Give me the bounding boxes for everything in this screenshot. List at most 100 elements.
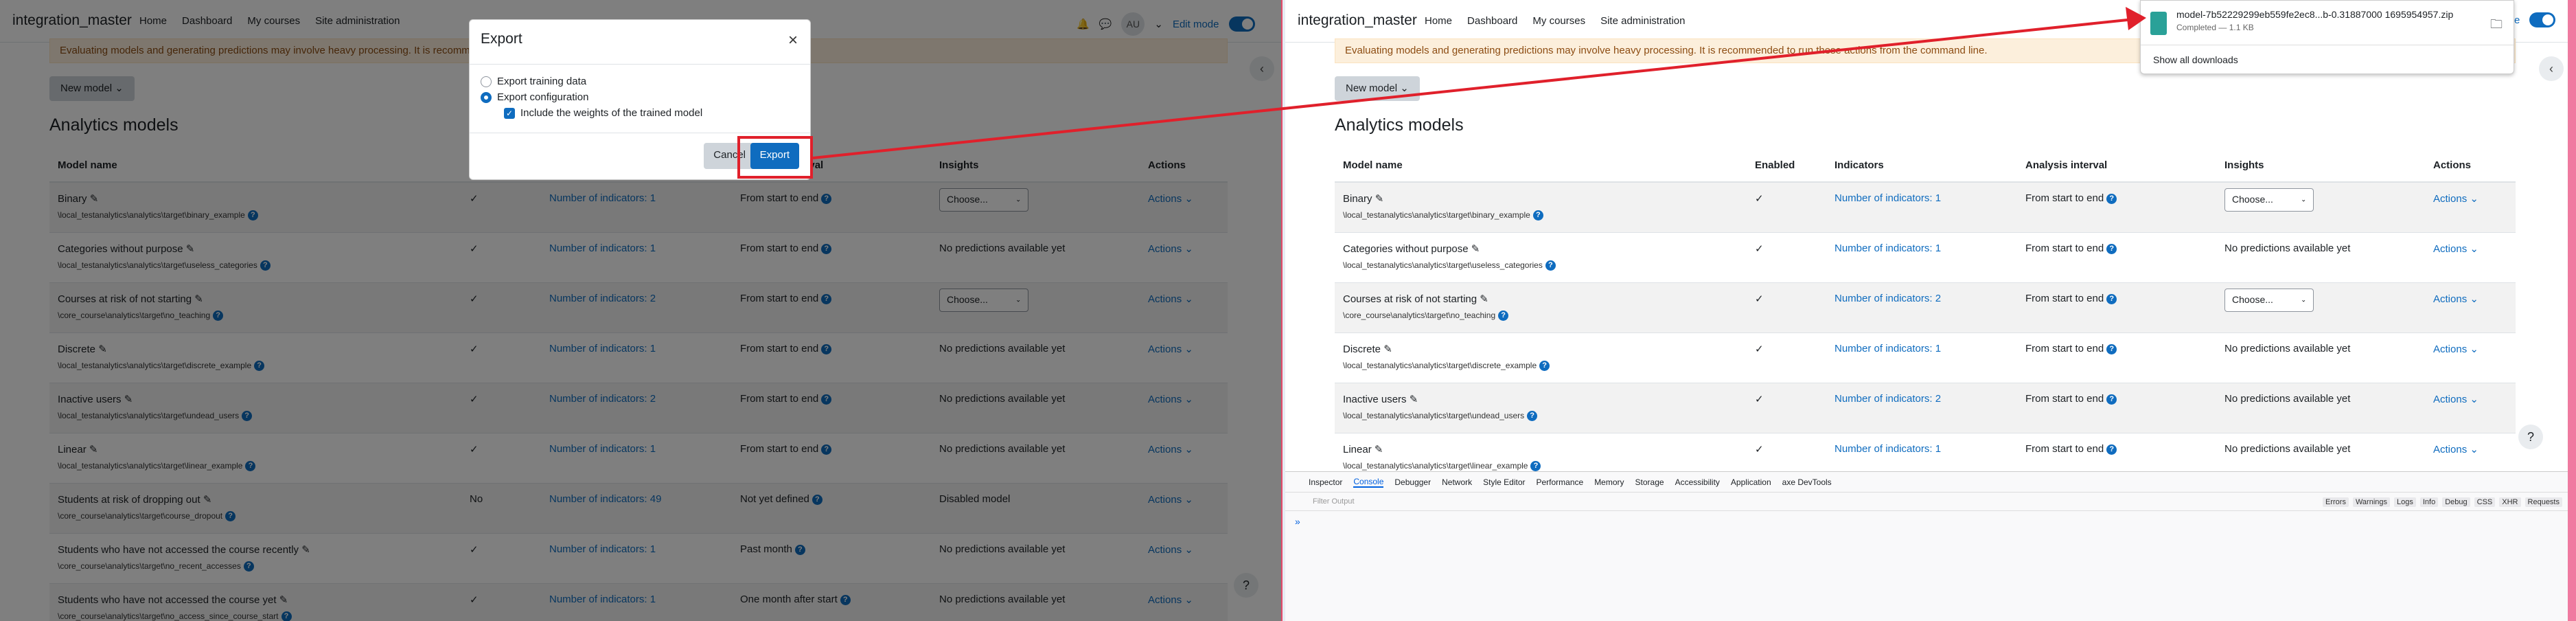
- radio-training[interactable]: [481, 76, 492, 87]
- devtools-tab-axe-devtools[interactable]: axe DevTools: [1782, 477, 1832, 487]
- info-icon[interactable]: ?: [2106, 343, 2117, 354]
- console-filter-errors[interactable]: Errors: [2323, 497, 2349, 507]
- info-icon[interactable]: ?: [2106, 193, 2117, 204]
- indicators-link[interactable]: Number of indicators: 1: [1835, 192, 1941, 204]
- site-brand[interactable]: integration_master: [1298, 12, 1417, 29]
- edit-pencil-icon[interactable]: ✎: [1375, 444, 1383, 455]
- console-filter-info[interactable]: Info: [2419, 497, 2439, 507]
- info-icon[interactable]: ?: [1545, 260, 1556, 271]
- insights-select[interactable]: Choose...: [2224, 289, 2314, 312]
- console-prompt[interactable]: »: [1295, 516, 1300, 527]
- insights-cell: No predictions available yet: [2224, 242, 2350, 254]
- interval-text: From start to end: [2025, 443, 2104, 455]
- new-model-button[interactable]: New model ⌄: [1335, 76, 1420, 101]
- insights-text: No predictions available yet: [2224, 443, 2351, 455]
- table-row: Binary ✎ \local_testanalytics\analytics\…: [1335, 183, 2516, 233]
- analysis-interval: From start to end?: [2025, 393, 2117, 405]
- downloads-panel: model-7b52229299eb559fe2ec8...b-0.318870…: [2140, 0, 2514, 74]
- actions-menu[interactable]: Actions ⌄: [2433, 192, 2479, 205]
- insights-select[interactable]: Choose...: [2224, 188, 2314, 212]
- export-config-option[interactable]: Export configuration: [481, 91, 799, 103]
- info-icon[interactable]: ?: [1532, 210, 1543, 221]
- right-browser-window: integration_master Home Dashboard My cou…: [1285, 0, 2576, 621]
- edit-pencil-icon[interactable]: ✎: [1480, 293, 1488, 305]
- info-icon[interactable]: ?: [1530, 461, 1541, 472]
- console-filter-debug[interactable]: Debug: [2442, 497, 2470, 507]
- edit-pencil-icon[interactable]: ✎: [1375, 193, 1384, 205]
- col-actions: Actions: [2433, 159, 2472, 171]
- devtools-tab-inspector[interactable]: Inspector: [1309, 477, 1342, 487]
- include-weights-label: Include the weights of the trained model: [520, 107, 703, 119]
- col-indicators: Indicators: [1835, 159, 1884, 171]
- console-filter-logs[interactable]: Logs: [2394, 497, 2416, 507]
- info-icon[interactable]: ?: [2106, 293, 2117, 304]
- console-filter-warnings[interactable]: Warnings: [2352, 497, 2391, 507]
- drawer-toggle-icon[interactable]: ‹: [2539, 56, 2564, 81]
- console-filter-xhr[interactable]: XHR: [2499, 497, 2521, 507]
- indicators-link[interactable]: Number of indicators: 1: [1835, 343, 1941, 354]
- include-weights-option[interactable]: ✓ Include the weights of the trained mod…: [504, 107, 799, 119]
- interval-text: From start to end: [2025, 242, 2104, 254]
- radio-config[interactable]: [481, 91, 492, 103]
- col-model-name: Model name: [1343, 159, 1403, 171]
- enabled-value: ✓: [1755, 343, 1764, 355]
- info-icon[interactable]: ?: [2106, 243, 2117, 254]
- indicators-link[interactable]: Number of indicators: 1: [1835, 443, 1941, 455]
- close-icon[interactable]: ×: [788, 31, 798, 50]
- export-training-option[interactable]: Export training data: [481, 76, 799, 87]
- model-name-text: Discrete: [1343, 343, 1381, 355]
- indicators-link[interactable]: Number of indicators: 2: [1835, 393, 1941, 405]
- insights-cell: Choose...: [2224, 188, 2314, 212]
- enabled-value: ✓: [1755, 243, 1764, 255]
- actions-menu[interactable]: Actions ⌄: [2433, 343, 2479, 355]
- edit-mode-label: e: [2514, 14, 2520, 26]
- help-icon[interactable]: ?: [2518, 425, 2543, 449]
- dialog-title: Export: [481, 31, 522, 47]
- info-icon[interactable]: ?: [2106, 394, 2117, 405]
- devtools-tab-network[interactable]: Network: [1442, 477, 1472, 487]
- table-row: Courses at risk of not starting ✎ \core_…: [1335, 283, 2516, 333]
- actions-menu[interactable]: Actions ⌄: [2433, 393, 2479, 405]
- model-target: \local_testanalytics\analytics\target\bi…: [1343, 210, 1543, 221]
- col-enabled: Enabled: [1755, 159, 1795, 171]
- devtools-tab-application[interactable]: Application: [1731, 477, 1771, 487]
- info-icon[interactable]: ?: [1527, 411, 1538, 422]
- interval-text: From start to end: [2025, 393, 2104, 405]
- devtools-tab-memory[interactable]: Memory: [1594, 477, 1624, 487]
- open-folder-icon[interactable]: 🗀: [2490, 16, 2503, 36]
- model-name-text: Binary: [1343, 193, 1372, 205]
- info-icon[interactable]: ?: [2106, 444, 2117, 455]
- enabled-value: ✓: [1755, 444, 1764, 455]
- devtools-tab-performance[interactable]: Performance: [1536, 477, 1583, 487]
- info-icon[interactable]: ?: [1498, 310, 1509, 321]
- model-target: \local_testanalytics\analytics\target\us…: [1343, 260, 1556, 271]
- console-filter-css[interactable]: CSS: [2474, 497, 2496, 507]
- devtools-tab-accessibility[interactable]: Accessibility: [1675, 477, 1720, 487]
- indicators-link[interactable]: Number of indicators: 2: [1835, 293, 1941, 304]
- download-filename[interactable]: model-7b52229299eb559fe2ec8...b-0.318870…: [2176, 9, 2453, 20]
- model-target-text: \core_course\analytics\target\no_teachin…: [1343, 310, 1496, 320]
- edit-mode-toggle[interactable]: [2529, 12, 2556, 27]
- indicators-link[interactable]: Number of indicators: 1: [1835, 242, 1941, 254]
- model-name-text: Linear: [1343, 444, 1372, 455]
- edit-pencil-icon[interactable]: ✎: [1471, 243, 1480, 255]
- actions-menu[interactable]: Actions ⌄: [2433, 443, 2479, 455]
- radio-training-label: Export training data: [497, 76, 587, 87]
- devtools-tab-console[interactable]: Console: [1353, 477, 1384, 488]
- devtools-tab-storage[interactable]: Storage: [1635, 477, 1664, 487]
- edit-pencil-icon[interactable]: ✎: [1410, 394, 1418, 405]
- interval-text: From start to end: [2025, 343, 2104, 354]
- actions-menu[interactable]: Actions ⌄: [2433, 242, 2479, 255]
- edit-pencil-icon[interactable]: ✎: [1383, 343, 1392, 355]
- include-weights-checkbox[interactable]: ✓: [504, 107, 515, 119]
- actions-label: Actions: [2433, 193, 2468, 205]
- console-filter-requests[interactable]: Requests: [2525, 497, 2562, 507]
- devtools-tab-debugger[interactable]: Debugger: [1394, 477, 1431, 487]
- show-all-downloads-link[interactable]: Show all downloads: [2153, 54, 2238, 65]
- col-insights: Insights: [2224, 159, 2264, 171]
- actions-menu[interactable]: Actions ⌄: [2433, 293, 2479, 305]
- model-name: Binary ✎: [1343, 192, 1383, 205]
- devtools-tab-style-editor[interactable]: Style Editor: [1483, 477, 1525, 487]
- models-table-header: Model name Enabled Indicators Analysis i…: [1335, 155, 2516, 183]
- info-icon[interactable]: ?: [1539, 361, 1550, 372]
